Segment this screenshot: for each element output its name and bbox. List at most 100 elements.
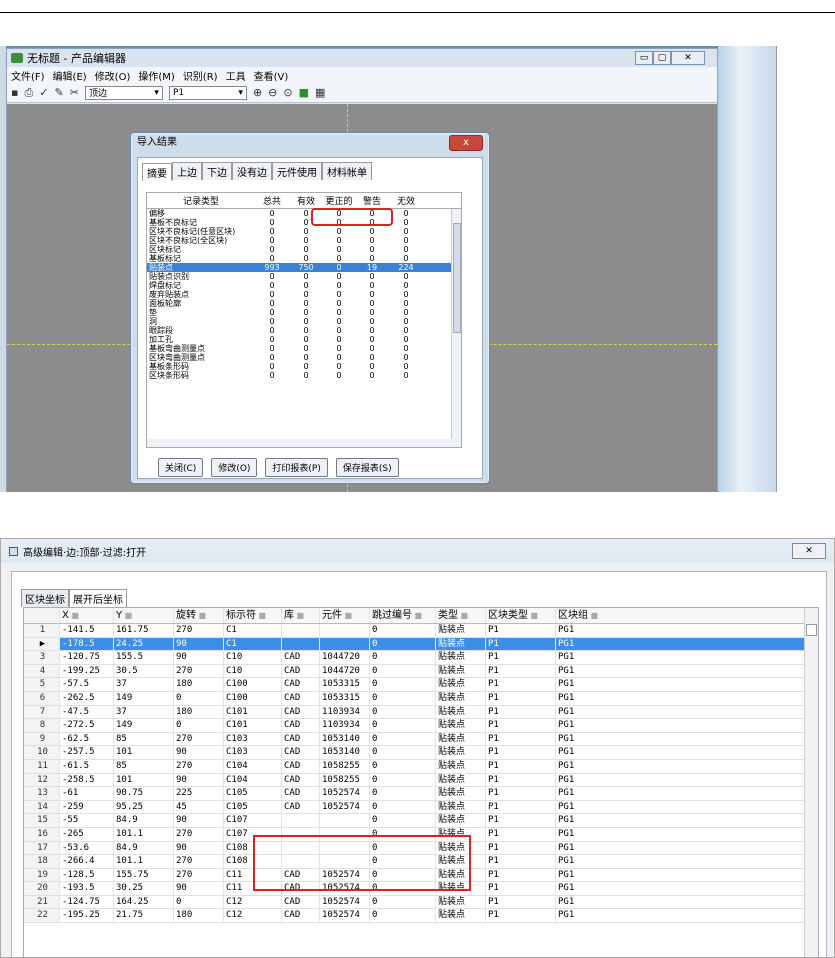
horizontal-scrollbar[interactable] — [147, 439, 453, 447]
table-cell[interactable]: CAD — [282, 678, 320, 691]
table-cell[interactable]: 贴装点 — [436, 719, 486, 732]
table-cell[interactable]: C10 — [224, 664, 282, 678]
grid-row[interactable]: 焊盘标记 0 0 0 0 0 — [147, 281, 461, 290]
table-cell[interactable]: P1 — [486, 664, 556, 678]
column-header[interactable]: 总共 — [255, 194, 289, 207]
table-cell[interactable]: C104 — [224, 759, 282, 773]
table-cell[interactable]: 270 — [174, 732, 224, 746]
table-cell[interactable] — [320, 637, 370, 651]
table-cell[interactable]: -47.5 — [60, 705, 114, 719]
table-cell[interactable]: -199.25 — [60, 664, 114, 678]
dialog-tab[interactable]: 元件使用 — [272, 162, 322, 180]
table-cell[interactable]: P1 — [486, 882, 556, 895]
grid-row[interactable]: 区块标记 0 0 0 0 0 — [147, 245, 461, 254]
table-cell[interactable]: 0 — [370, 773, 436, 787]
menu-item[interactable]: 文件(F) — [11, 68, 45, 83]
table-cell[interactable]: PG1 — [556, 733, 626, 746]
table-cell[interactable]: P1 — [486, 855, 556, 868]
grid-icon[interactable]: ■ — [299, 86, 309, 99]
table-cell[interactable]: C107 — [224, 814, 282, 827]
table-cell[interactable]: 90 — [174, 746, 224, 759]
side-select[interactable]: 顶边 ▾ — [84, 85, 163, 100]
table-cell[interactable]: C1 — [224, 624, 282, 637]
grid-row[interactable]: 基板不良标记 0 0 0 0 0 — [147, 218, 461, 227]
zoom-out-icon[interactable]: ⊖ — [268, 86, 277, 99]
table-cell[interactable]: PG1 — [556, 651, 626, 664]
check-icon[interactable]: ✓ — [39, 86, 48, 99]
table-cell[interactable]: 180 — [174, 909, 224, 923]
table-cell[interactable]: 84.9 — [114, 814, 174, 827]
table-cell[interactable]: P1 — [486, 678, 556, 691]
table-cell[interactable]: -141.5 — [60, 624, 114, 637]
column-header[interactable]: 更正的 — [323, 194, 355, 207]
table-cell[interactable]: 贴装点 — [436, 773, 486, 787]
table-cell[interactable]: -124.75 — [60, 895, 114, 909]
table-cell[interactable]: C103 — [224, 746, 282, 759]
column-header[interactable]: 库 ■ — [282, 608, 320, 623]
table-cell[interactable]: PG1 — [556, 706, 626, 719]
table-row[interactable]: ▶ -178.5 24.25 90 C1 0 贴装点 P1 PG1 — [24, 637, 818, 652]
table-cell[interactable]: 37 — [114, 678, 174, 691]
edit-icon[interactable]: ✎ — [55, 86, 64, 99]
table-cell[interactable]: 贴装点 — [436, 705, 486, 719]
menu-item[interactable]: 工具 — [226, 68, 246, 83]
table-cell[interactable]: -193.5 — [60, 882, 114, 895]
close-button[interactable]: ✕ — [671, 51, 705, 65]
dialog-tab[interactable]: 摘要 — [142, 163, 172, 181]
grid-row[interactable]: 区块弯曲测量点 0 0 0 0 0 — [147, 353, 461, 362]
grid-row[interactable]: 偏移 0 0 0 0 0 — [147, 209, 461, 218]
column-header[interactable]: 有效 — [289, 194, 323, 207]
table-cell[interactable]: 90 — [174, 814, 224, 827]
table-cell[interactable]: P1 — [486, 868, 556, 882]
table-cell[interactable]: 贴装点 — [436, 895, 486, 909]
table-cell[interactable]: P1 — [486, 719, 556, 732]
table-cell[interactable]: 1053315 — [320, 691, 370, 705]
table-cell[interactable]: 90 — [174, 773, 224, 787]
menu-item[interactable]: 操作(M) — [138, 68, 174, 83]
table-row[interactable]: 22 -195.25 21.75 180 C12 CAD 1052574 0 贴装点 P1 PG1 — [24, 909, 818, 924]
table-row[interactable]: 21 -124.75 164.25 0 C12 CAD 1052574 0 贴装点 P1 PG1 — [24, 895, 818, 910]
dialog-tab[interactable]: 材料帐单 — [322, 162, 372, 180]
table-cell[interactable]: 1052574 — [320, 895, 370, 909]
dialog-tab[interactable]: 没有边 — [232, 162, 272, 180]
table-cell[interactable]: 1052574 — [320, 800, 370, 814]
table-cell[interactable]: P1 — [486, 624, 556, 637]
table-cell[interactable]: C101 — [224, 705, 282, 719]
table-cell[interactable]: 0 — [174, 691, 224, 705]
table-cell[interactable]: C104 — [224, 773, 282, 787]
table-cell[interactable]: PG1 — [556, 882, 626, 895]
grid-row[interactable]: 废弃贴装点 0 0 0 0 0 — [147, 290, 461, 299]
print-icon[interactable]: ⎙ — [24, 86, 33, 100]
column-header[interactable]: 区块类型 ■ — [486, 608, 556, 623]
table-cell[interactable]: PG1 — [556, 869, 626, 882]
table-cell[interactable]: C12 — [224, 895, 282, 909]
table-cell[interactable]: 0 — [370, 732, 436, 746]
menu-item[interactable]: 编辑(E) — [53, 68, 87, 83]
table-cell[interactable]: P1 — [486, 909, 556, 923]
table-cell[interactable]: 贴装点 — [436, 759, 486, 773]
table-row[interactable]: 6 -262.5 149 0 C100 CAD 1053315 0 贴装点 P1 PG1 — [24, 691, 818, 706]
table-cell[interactable]: CAD — [282, 664, 320, 678]
table-cell[interactable]: P1 — [486, 746, 556, 759]
table-cell[interactable]: 贴装点 — [436, 637, 486, 651]
column-header[interactable]: 记录类型 — [147, 194, 255, 207]
table-cell[interactable]: -259 — [60, 800, 114, 814]
table-cell[interactable]: -61.5 — [60, 759, 114, 773]
table-cell[interactable]: C100 — [224, 678, 282, 691]
table-cell[interactable]: 贴装点 — [436, 691, 486, 705]
table-cell[interactable]: -55 — [60, 814, 114, 827]
table-cell[interactable]: 1044720 — [320, 664, 370, 678]
table-cell[interactable]: P1 — [486, 814, 556, 827]
table-cell[interactable]: 0 — [370, 759, 436, 773]
table-cell[interactable]: 0 — [370, 787, 436, 800]
table-cell[interactable]: 270 — [174, 624, 224, 637]
table-cell[interactable]: 0 — [370, 678, 436, 691]
table-cell[interactable]: 101 — [114, 773, 174, 787]
table-row[interactable]: 13 -61 90.75 225 C105 CAD 1052574 0 贴装点 P1 PG1 — [24, 787, 818, 801]
table-cell[interactable]: CAD — [282, 746, 320, 759]
grid-row[interactable]: 垫 0 0 0 0 0 — [147, 308, 461, 317]
table-icon[interactable]: ▦ — [315, 86, 325, 99]
scroll-thumb[interactable] — [806, 624, 817, 636]
grid-row[interactable]: 区块不良标记(任意区块) 0 0 0 0 0 — [147, 227, 461, 236]
table-cell[interactable]: PG1 — [556, 855, 626, 868]
